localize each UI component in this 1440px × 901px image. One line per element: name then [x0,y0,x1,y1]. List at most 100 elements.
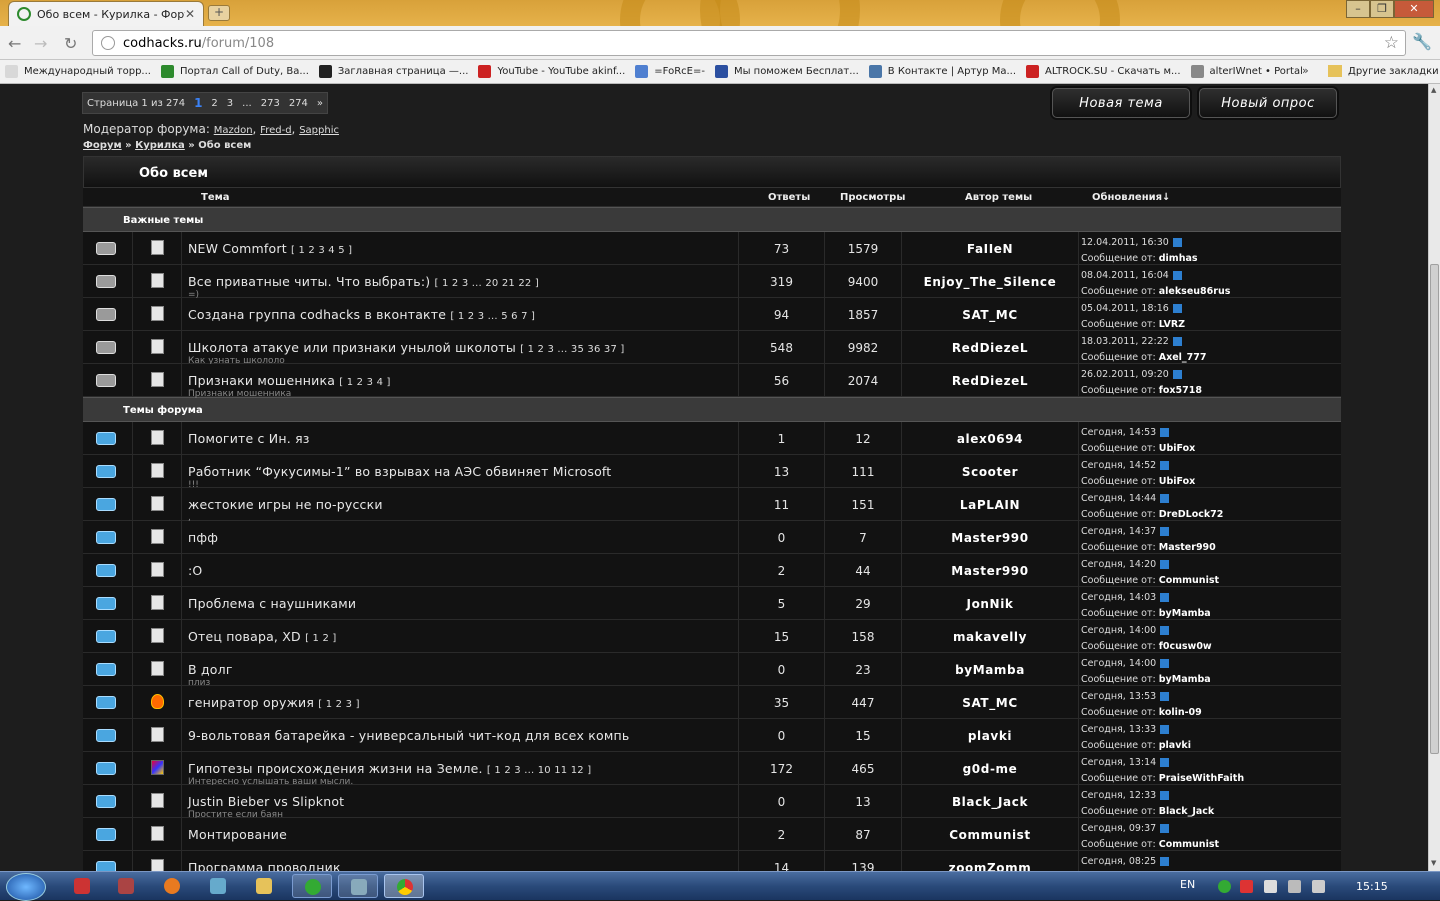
topic-pages[interactable]: [ 1 2 3 ... 10 11 12 ] [487,765,591,776]
author-link[interactable]: Black_Jack [902,785,1079,818]
bookmark-item[interactable]: В Контакте | Артур Ма... [864,61,1021,83]
go-to-last-post-icon[interactable] [1160,857,1170,866]
moderator-link[interactable]: Fred-d [260,125,291,136]
last-poster-link[interactable]: Communist [1159,839,1219,850]
other-bookmarks[interactable]: Другие закладки [1328,65,1439,77]
last-poster-link[interactable]: UbiFox [1159,476,1196,487]
last-poster-link[interactable]: Master990 [1159,542,1216,553]
taskbar-app[interactable] [106,874,146,898]
last-poster-link[interactable]: Communist [1159,575,1219,586]
author-link[interactable]: RedDiezeL [902,364,1079,397]
taskbar-utorrent[interactable] [292,874,332,898]
bookmark-item[interactable]: Мы поможем Бесплат... [710,61,864,83]
author-link[interactable]: Scooter [902,455,1079,488]
utorrent-tray-icon[interactable] [1218,880,1231,893]
new-tab-button[interactable]: + [208,5,230,21]
topic-title-link[interactable]: Создана группа codhacks в вконтакте [188,307,446,322]
bookmark-item[interactable]: ALTROCK.SU - Скачать м... [1021,61,1185,83]
go-to-last-post-icon[interactable] [1160,791,1170,800]
topic-title-link[interactable]: Монтирование [188,827,287,842]
bookmark-item[interactable]: YouTube - YouTube akinf... [473,61,630,83]
last-poster-link[interactable]: Axel_777 [1159,352,1207,363]
new-topic-button[interactable]: Новая тема [1052,88,1190,118]
go-to-last-post-icon[interactable] [1160,527,1170,536]
bookmark-item[interactable]: Международный торр... [0,61,156,83]
page-next[interactable]: » [317,98,323,109]
tray-icon[interactable] [1240,880,1253,893]
author-link[interactable]: JonNik [902,587,1079,620]
go-to-last-post-icon[interactable] [1160,593,1170,602]
topic-pages[interactable]: [ 1 2 3 ... 20 21 22 ] [435,278,539,289]
go-to-last-post-icon[interactable] [1160,494,1170,503]
bookmark-item[interactable]: =FoRcE=- [630,61,710,83]
last-poster-link[interactable]: PraiseWithFaith [1159,773,1244,784]
last-poster-link[interactable]: fox5718 [1159,385,1202,396]
go-to-last-post-icon[interactable] [1160,725,1170,734]
col-replies[interactable]: Ответы [768,192,810,203]
forward-icon[interactable]: → [34,34,47,53]
page-link[interactable]: 274 [289,98,308,109]
wrench-menu-icon[interactable]: 🔧 [1412,32,1432,51]
flag-icon[interactable] [1264,880,1277,893]
topic-pages[interactable]: [ 1 2 ] [305,633,336,644]
topic-title-link[interactable]: Гипотезы происхождения жизни на Земле. [188,761,483,776]
topic-title-link[interactable]: жестокие игры не по-русски [188,497,383,512]
author-link[interactable]: RedDiezeL [902,331,1079,364]
author-link[interactable]: alex0694 [902,422,1079,455]
go-to-last-post-icon[interactable] [1172,370,1182,379]
minimize-button[interactable]: – [1346,0,1370,18]
col-views[interactable]: Просмотры [840,192,905,203]
taskbar-app[interactable] [152,874,192,898]
author-link[interactable]: FaIIeN [902,232,1079,265]
back-icon[interactable]: ← [8,34,21,53]
topic-title-link[interactable]: Помогите с Ин. яз [188,431,310,446]
volume-icon[interactable] [1312,880,1325,893]
author-link[interactable]: Communist [902,818,1079,851]
author-link[interactable]: zoomZomm [902,851,1079,871]
go-to-last-post-icon[interactable] [1172,304,1182,313]
go-to-last-post-icon[interactable] [1172,337,1182,346]
col-updates[interactable]: Обновления↓ [1092,192,1170,203]
topic-title-link[interactable]: Работник “Фукусимы-1” во взрывах на АЭС … [188,464,611,479]
taskbar-app[interactable] [198,874,238,898]
topic-title-link[interactable]: Отец повара, XD [188,629,301,644]
go-to-last-post-icon[interactable] [1160,758,1170,767]
address-bar[interactable]: codhacks.ru/forum/108 ☆ [92,30,1406,56]
bookmark-item[interactable]: Портал Call of Duty, Ba... [156,61,314,83]
taskbar-app[interactable] [62,874,102,898]
clock[interactable]: 15:15 [1356,880,1388,893]
author-link[interactable]: Master990 [902,554,1079,587]
start-button[interactable] [6,873,46,901]
go-to-last-post-icon[interactable] [1160,461,1170,470]
author-link[interactable]: SAT_MC [902,686,1079,719]
topic-title-link[interactable]: Проблема с наушниками [188,596,356,611]
taskbar-explorer[interactable] [244,874,284,898]
bookmark-star-icon[interactable]: ☆ [1384,33,1399,53]
topic-title-link[interactable]: Justin Bieber vs Slipknot [188,794,344,809]
go-to-last-post-icon[interactable] [1172,271,1182,280]
scroll-thumb[interactable] [1430,264,1439,754]
author-link[interactable]: g0d-me [902,752,1079,785]
last-poster-link[interactable]: DreDLock72 [1159,509,1224,520]
close-window-button[interactable]: ✕ [1394,0,1434,18]
topic-title-link[interactable]: 9-вольтовая батарейка - универсальный чи… [188,728,629,743]
topic-title-link[interactable]: пфф [188,530,218,545]
topic-pages[interactable]: [ 1 2 3 ... 35 36 37 ] [520,344,624,355]
bookmark-item[interactable]: alterIWnet • Portal [1186,61,1308,83]
browser-tab[interactable]: Обо всем - Курилка - Форум ✕ [8,1,204,26]
go-to-last-post-icon[interactable] [1160,824,1170,833]
col-author[interactable]: Автор темы [965,192,1032,203]
topic-title-link[interactable]: гениратор оружия [188,695,314,710]
topic-title-link[interactable]: Признаки мошенника [188,373,335,388]
topic-title-link[interactable]: Школота атакуе или признаки унылой школо… [188,340,516,355]
moderator-link[interactable]: Sapphic [299,125,339,136]
last-poster-link[interactable]: plavki [1159,740,1191,751]
go-to-last-post-icon[interactable] [1160,692,1170,701]
bookmarks-overflow-icon[interactable]: » [1302,64,1309,77]
new-poll-button[interactable]: Новый опрос [1199,88,1337,118]
breadcrumb-kurilka[interactable]: Курилка [135,140,185,151]
last-poster-link[interactable]: dimhas [1159,253,1198,264]
moderator-link[interactable]: Mazdon [214,125,253,136]
scroll-down-icon[interactable]: ▼ [1431,859,1436,867]
taskbar-app[interactable] [338,874,378,898]
